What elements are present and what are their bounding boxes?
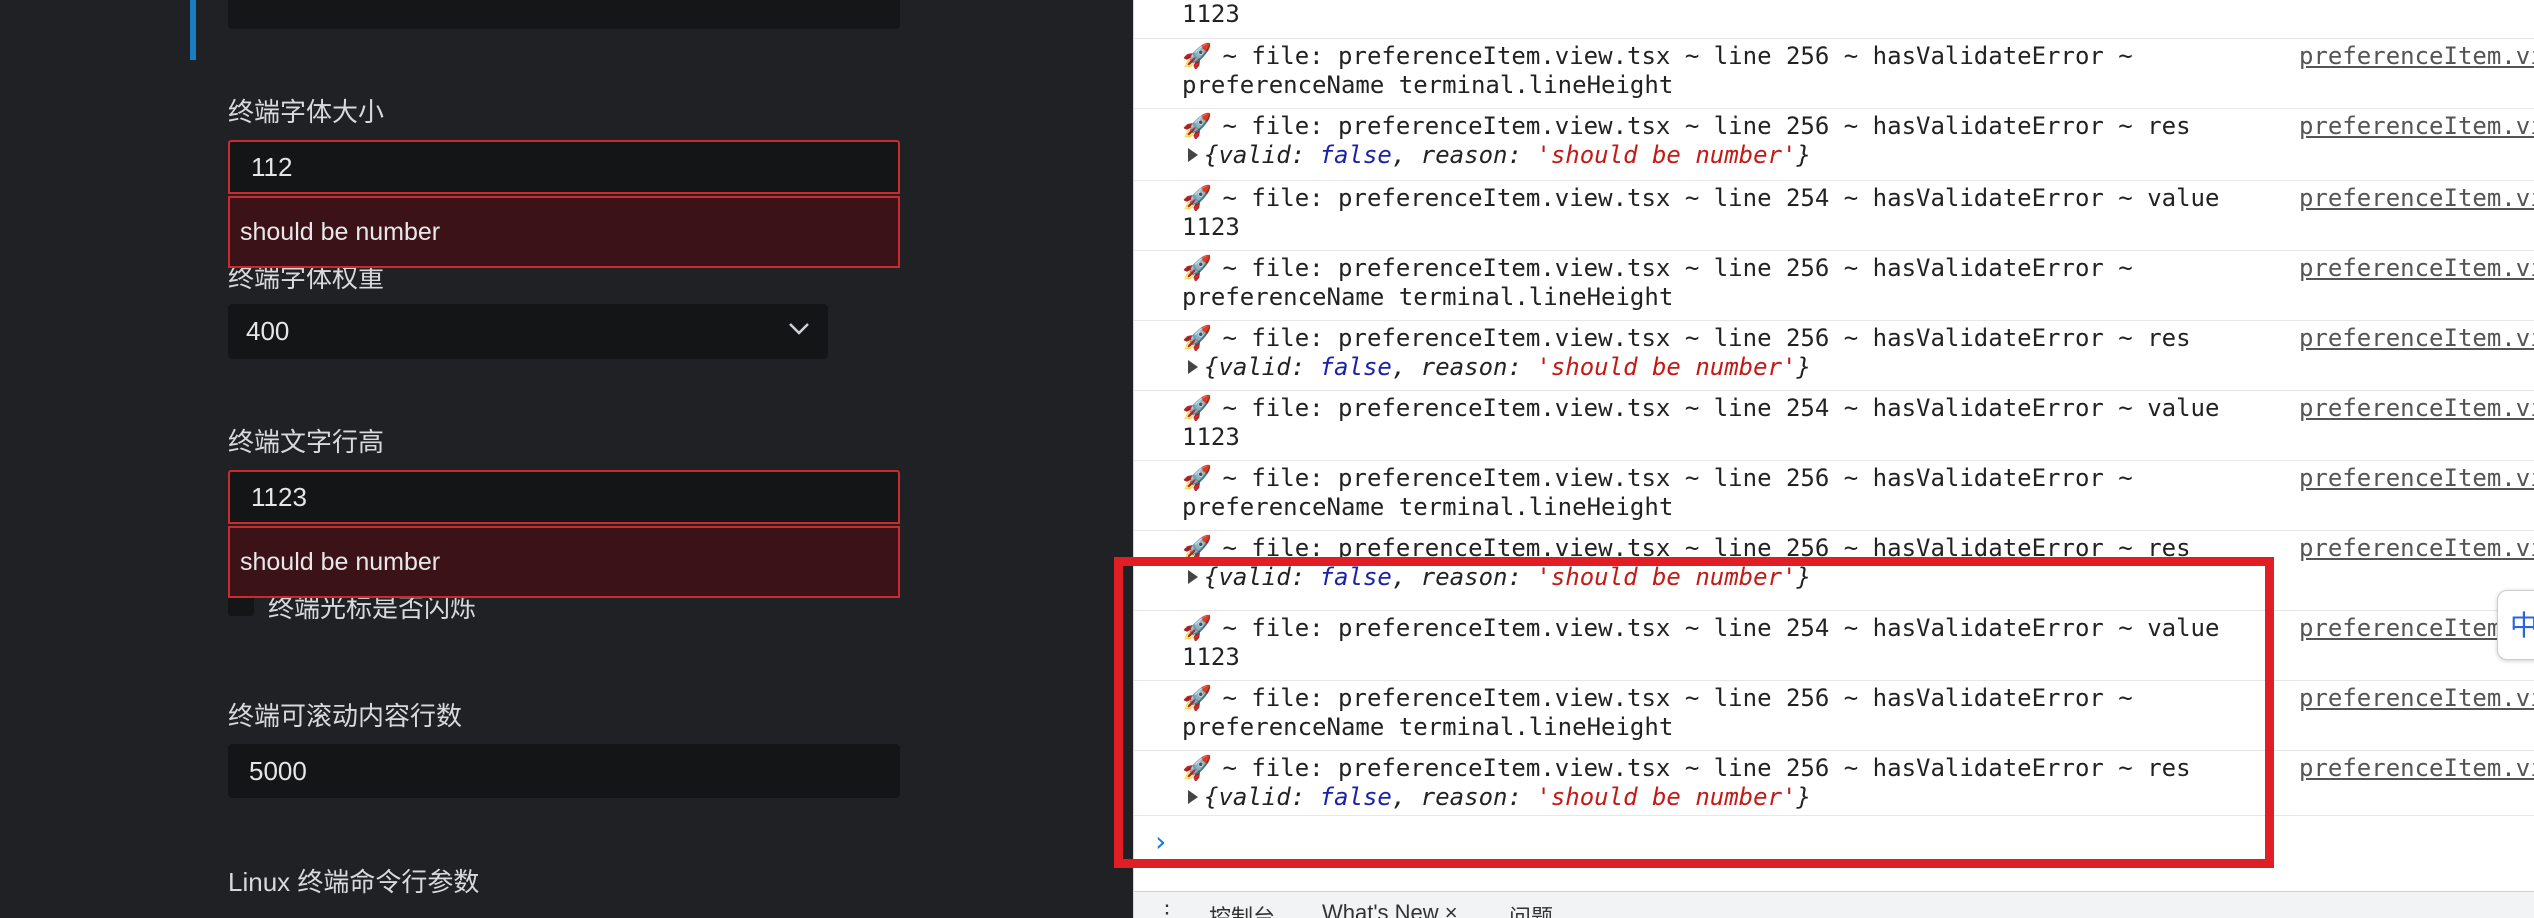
source-link[interactable]: preferenceItem.vi	[2299, 324, 2534, 353]
console-entry: 🚀 ~ file: preferenceItem.view.tsx ~ line…	[1134, 750, 2534, 816]
source-link[interactable]: preferenceItem.vi	[2299, 112, 2534, 141]
console-line-1: ~ file: preferenceItem.view.tsx ~ line 2…	[1208, 534, 2191, 562]
console-message: 🚀 ~ file: preferenceItem.view.tsx ~ line…	[1182, 394, 2219, 452]
rocket-icon: 🚀	[1182, 394, 1212, 422]
console-message: 🚀 ~ file: preferenceItem.view.tsx ~ line…	[1182, 184, 2219, 242]
console-entry: 🚀 ~ file: preferenceItem.view.tsx ~ line…	[1134, 460, 2534, 531]
console-message: 🚀 ~ file: preferenceItem.view.tsx ~ line…	[1182, 112, 2191, 170]
console-line-1: ~ file: preferenceItem.view.tsx ~ line 2…	[1208, 324, 2191, 352]
source-link[interactable]: preferenceItem.vi	[2299, 754, 2534, 783]
expand-triangle-icon[interactable]	[1188, 148, 1198, 162]
expand-triangle-icon[interactable]	[1188, 570, 1198, 584]
console-entry-partial: 1123	[1134, 0, 2534, 39]
source-link[interactable]: preferenceItem.vi	[2299, 534, 2534, 563]
rocket-icon: 🚀	[1182, 754, 1212, 782]
console-object-preview[interactable]: {valid: false, reason: 'should be number…	[1204, 353, 1811, 381]
rocket-icon: 🚀	[1182, 112, 1212, 140]
font-weight-value: 400	[246, 316, 290, 346]
tab-issues[interactable]: 问题	[1509, 900, 1553, 918]
console-line-2: preferenceName terminal.lineHeight	[1182, 71, 1674, 99]
rocket-icon: 🚀	[1182, 684, 1212, 712]
console-message: 🚀 ~ file: preferenceItem.view.tsx ~ line…	[1182, 534, 2191, 592]
line-height-error-message: should be number	[228, 526, 900, 598]
linux-args-label: Linux 终端命令行参数	[228, 867, 480, 897]
tab-whats-new[interactable]: What's New ×	[1322, 900, 1458, 918]
console-message: 🚀 ~ file: preferenceItem.view.tsx ~ line…	[1182, 754, 2191, 812]
drawer-tab-bar: ⋮ 控制台 What's New × 问题	[1134, 891, 2534, 918]
source-link[interactable]: preferenceItem.vi	[2299, 254, 2534, 283]
settings-panel: 终端字体大小 112 should be number 终端字体权重 400 终…	[0, 0, 1133, 918]
scrollback-label: 终端可滚动内容行数	[228, 701, 463, 731]
source-link[interactable]: preferenceItem	[2299, 614, 2501, 643]
tab-console[interactable]: 控制台	[1209, 900, 1275, 918]
console-line-1: ~ file: preferenceItem.view.tsx ~ line 2…	[1208, 184, 2220, 212]
font-size-label: 终端字体大小	[228, 97, 385, 127]
console-entry: 🚀 ~ file: preferenceItem.view.tsx ~ line…	[1134, 610, 2534, 681]
rocket-icon: 🚀	[1182, 184, 1212, 212]
console-line-1: ~ file: preferenceItem.view.tsx ~ line 2…	[1208, 464, 2133, 492]
console-message: 🚀 ~ file: preferenceItem.view.tsx ~ line…	[1182, 42, 2133, 100]
console-message: 🚀 ~ file: preferenceItem.view.tsx ~ line…	[1182, 614, 2219, 672]
console-line-2: preferenceName terminal.lineHeight	[1182, 493, 1674, 521]
rocket-icon: 🚀	[1182, 614, 1212, 642]
font-size-error-message: should be number	[228, 196, 900, 268]
previous-input-field[interactable]	[228, 0, 900, 29]
console-message: 🚀 ~ file: preferenceItem.view.tsx ~ line…	[1182, 684, 2133, 742]
font-weight-select[interactable]: 400	[228, 304, 828, 359]
source-link[interactable]: preferenceItem.vi	[2299, 184, 2534, 213]
rocket-icon: 🚀	[1182, 464, 1212, 492]
console-line-2: preferenceName terminal.lineHeight	[1182, 283, 1674, 311]
prompt-chevron-icon: ›	[1152, 825, 1169, 858]
console-line-1: ~ file: preferenceItem.view.tsx ~ line 2…	[1208, 684, 2133, 712]
console-line-1: ~ file: preferenceItem.view.tsx ~ line 2…	[1208, 42, 2133, 70]
console-entry: 🚀 ~ file: preferenceItem.view.tsx ~ line…	[1134, 320, 2534, 391]
console-line-2: 1123	[1182, 643, 1240, 671]
console-entry: 🚀 ~ file: preferenceItem.view.tsx ~ line…	[1134, 180, 2534, 251]
devtools-console: 1123 🚀 ~ file: preferenceItem.view.tsx ~…	[1133, 0, 2534, 918]
console-line-1: ~ file: preferenceItem.view.tsx ~ line 2…	[1208, 112, 2191, 140]
console-entry: 🚀 ~ file: preferenceItem.view.tsx ~ line…	[1134, 38, 2534, 109]
console-line-1: ~ file: preferenceItem.view.tsx ~ line 2…	[1208, 614, 2220, 642]
chevron-down-icon	[789, 323, 809, 335]
console-entry: 🚀 ~ file: preferenceItem.view.tsx ~ line…	[1134, 680, 2534, 751]
console-line-2: preferenceName terminal.lineHeight	[1182, 713, 1674, 741]
console-object-preview[interactable]: {valid: false, reason: 'should be number…	[1204, 783, 1811, 811]
console-entry: 🚀 ~ file: preferenceItem.view.tsx ~ line…	[1134, 250, 2534, 321]
line-height-label: 终端文字行高	[228, 427, 385, 457]
active-section-indicator	[190, 0, 196, 60]
console-line-2: 1123	[1182, 423, 1240, 451]
console-entry: 🚀 ~ file: preferenceItem.view.tsx ~ line…	[1134, 530, 2534, 611]
source-link[interactable]: preferenceItem.vi	[2299, 394, 2534, 423]
console-line-2: 1123	[1182, 213, 1240, 241]
source-link[interactable]: preferenceItem.vi	[2299, 464, 2534, 493]
console-message: 🚀 ~ file: preferenceItem.view.tsx ~ line…	[1182, 464, 2133, 522]
console-entry: 🚀 ~ file: preferenceItem.view.tsx ~ line…	[1134, 390, 2534, 461]
font-size-input[interactable]: 112	[228, 140, 900, 194]
rocket-icon: 🚀	[1182, 254, 1212, 282]
console-message: 🚀 ~ file: preferenceItem.view.tsx ~ line…	[1182, 254, 2133, 312]
console-object-preview[interactable]: {valid: false, reason: 'should be number…	[1204, 563, 1811, 591]
source-link[interactable]: preferenceItem.vi	[2299, 684, 2534, 713]
console-object-preview[interactable]: {valid: false, reason: 'should be number…	[1204, 141, 1811, 169]
expand-triangle-icon[interactable]	[1188, 790, 1198, 804]
input-method-widget[interactable]: 中	[2497, 590, 2534, 660]
console-line-1: ~ file: preferenceItem.view.tsx ~ line 2…	[1208, 754, 2191, 782]
rocket-icon: 🚀	[1182, 324, 1212, 352]
console-line-1: ~ file: preferenceItem.view.tsx ~ line 2…	[1208, 254, 2133, 282]
rocket-icon: 🚀	[1182, 534, 1212, 562]
drawer-menu-icon[interactable]: ⋮	[1156, 900, 1178, 918]
scrollback-input[interactable]: 5000	[228, 744, 900, 798]
source-link[interactable]: preferenceItem.vi	[2299, 42, 2534, 71]
console-message: 🚀 ~ file: preferenceItem.view.tsx ~ line…	[1182, 324, 2191, 382]
console-line-1: ~ file: preferenceItem.view.tsx ~ line 2…	[1208, 394, 2220, 422]
rocket-icon: 🚀	[1182, 42, 1212, 70]
line-height-input[interactable]: 1123	[228, 470, 900, 524]
console-prompt[interactable]: ›	[1134, 815, 2534, 875]
console-entry: 🚀 ~ file: preferenceItem.view.tsx ~ line…	[1134, 108, 2534, 181]
console-value-text: 1123	[1182, 0, 1240, 28]
expand-triangle-icon[interactable]	[1188, 360, 1198, 374]
